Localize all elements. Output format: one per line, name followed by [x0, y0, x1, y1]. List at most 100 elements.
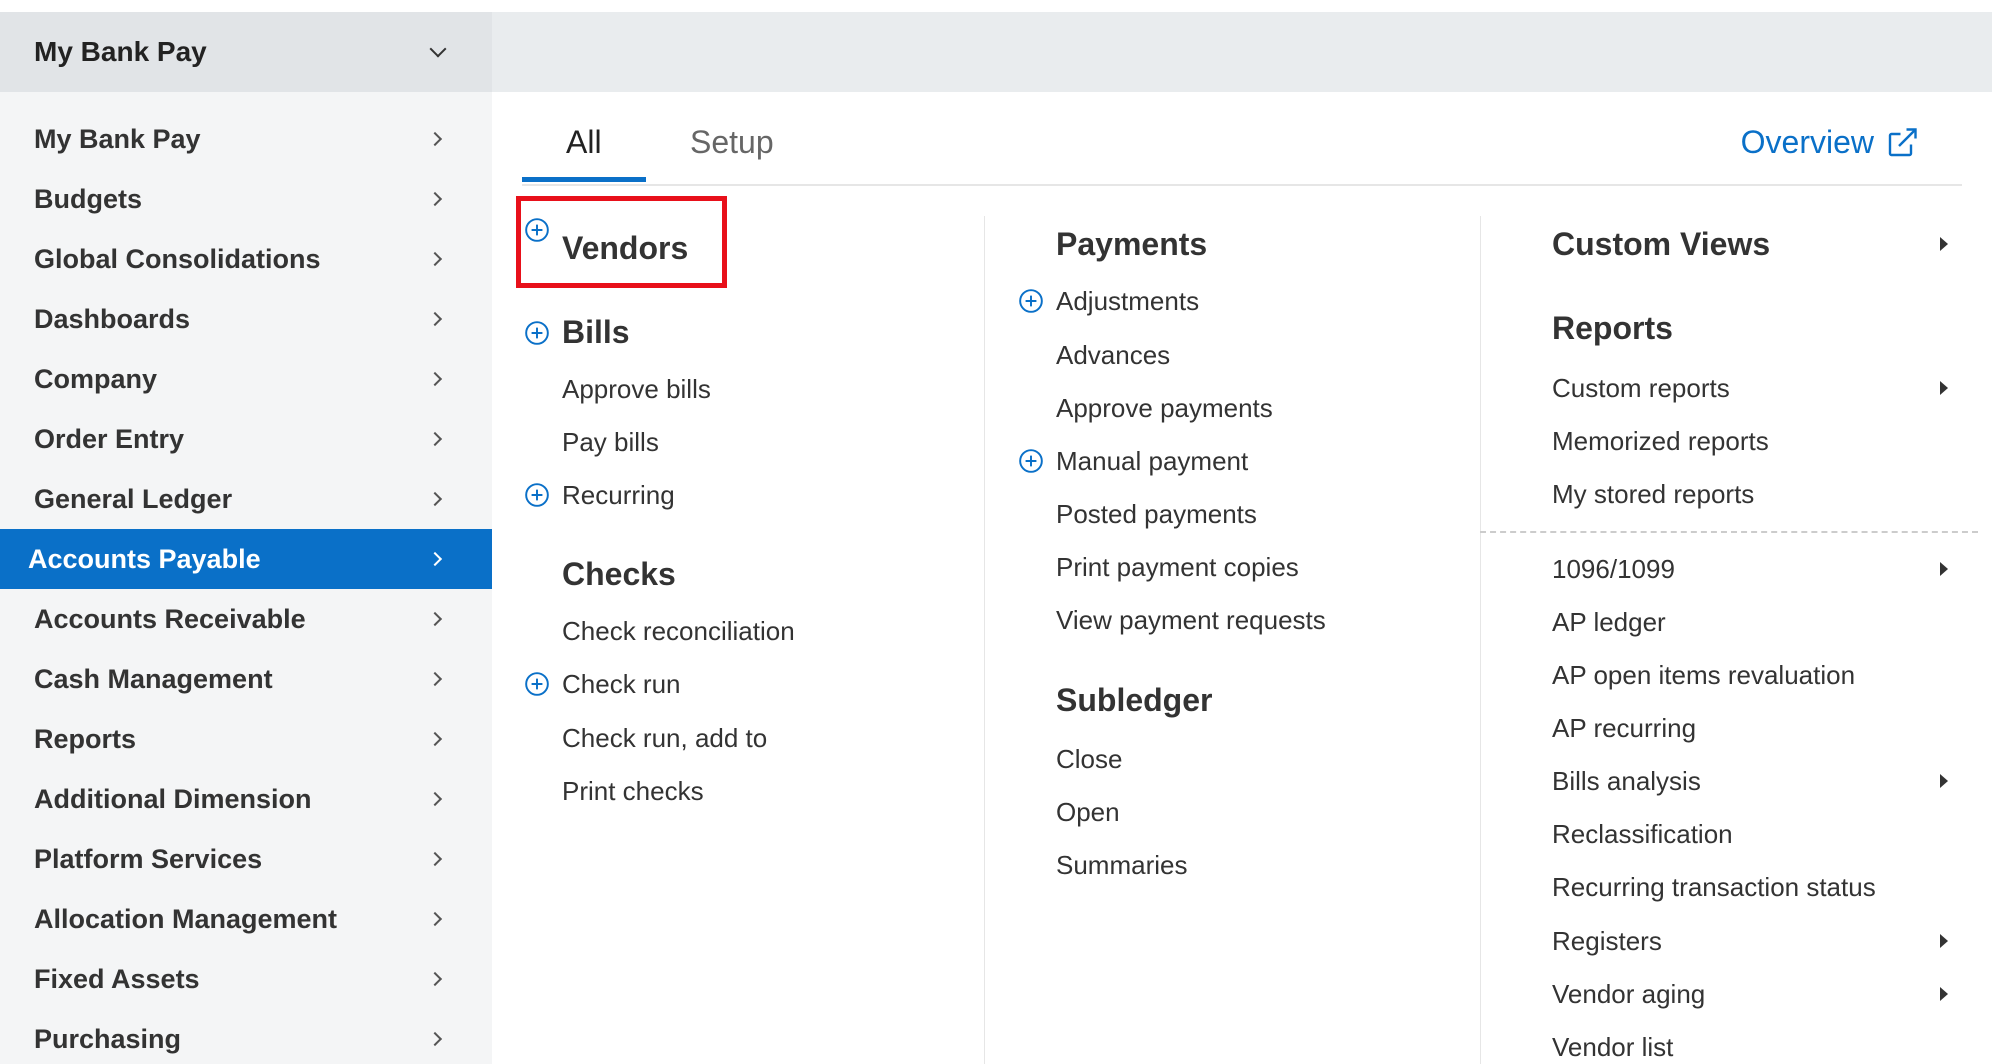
- recurring-row[interactable]: Recurring: [522, 480, 675, 511]
- pay-bills-link[interactable]: Pay bills: [562, 427, 659, 458]
- bills-analysis-link[interactable]: Bills analysis: [1552, 766, 1701, 797]
- vendor-list-link[interactable]: Vendor list: [1552, 1032, 1673, 1063]
- check-reconciliation-link[interactable]: Check reconciliation: [562, 616, 795, 647]
- sidebar-item-accounts-payable[interactable]: Accounts Payable: [0, 529, 492, 589]
- sidebar-item-label: Accounts Receivable: [34, 603, 306, 634]
- submenu-arrow-icon[interactable]: [1940, 987, 1948, 1001]
- sidebar-item-general-ledger[interactable]: General Ledger: [0, 469, 492, 529]
- sidebar-item-label: Company: [34, 363, 158, 394]
- recurring-transaction-status-link[interactable]: Recurring transaction status: [1552, 872, 1876, 903]
- checks-heading: Checks: [562, 556, 676, 592]
- plus-circle-icon[interactable]: [524, 320, 550, 346]
- submenu-arrow-icon[interactable]: [1940, 381, 1948, 395]
- print-payment-copies-link[interactable]: Print payment copies: [1056, 552, 1299, 583]
- plus-circle-icon[interactable]: [524, 482, 550, 508]
- tab-bar: All Setup Overview: [522, 118, 1962, 186]
- sidebar-item-budgets[interactable]: Budgets: [0, 169, 492, 229]
- chevron-right-icon: [427, 611, 443, 627]
- sidebar-item-company[interactable]: Company: [0, 349, 492, 409]
- vendors-link[interactable]: Vendors: [562, 230, 688, 267]
- sidebar-header[interactable]: My Bank Pay: [0, 12, 492, 92]
- sidebar-item-fixed-assets[interactable]: Fixed Assets: [0, 949, 492, 1009]
- tab-all[interactable]: All: [566, 124, 602, 161]
- sidebar-item-purchasing[interactable]: Purchasing: [0, 1009, 492, 1064]
- sidebar-item-global-consolidations[interactable]: Global Consolidations: [0, 229, 492, 289]
- submenu-arrow-icon[interactable]: [1940, 562, 1948, 576]
- close-link[interactable]: Close: [1056, 744, 1122, 775]
- overview-link[interactable]: Overview: [1741, 124, 1920, 161]
- sidebar-item-label: Platform Services: [34, 843, 263, 874]
- sidebar: My Bank Pay My Bank Pay Budgets Global C…: [0, 12, 492, 1064]
- view-payment-requests-link[interactable]: View payment requests: [1056, 605, 1326, 636]
- sidebar-item-label: Accounts Payable: [28, 543, 261, 574]
- top-band: [492, 12, 1992, 92]
- overview-label: Overview: [1740, 124, 1874, 160]
- print-checks-link[interactable]: Print checks: [562, 776, 704, 807]
- sidebar-item-cash-management[interactable]: Cash Management: [0, 649, 492, 709]
- registers-link[interactable]: Registers: [1552, 926, 1662, 957]
- reclassification-link[interactable]: Reclassification: [1552, 819, 1733, 850]
- sidebar-item-accounts-receivable[interactable]: Accounts Receivable: [0, 589, 492, 649]
- adjustments-link: Adjustments: [1056, 286, 1200, 316]
- sidebar-item-label: Global Consolidations: [34, 243, 321, 274]
- custom-reports-link[interactable]: Custom reports: [1552, 373, 1972, 404]
- chevron-right-icon: [427, 911, 443, 927]
- chevron-right-icon: [427, 1031, 443, 1047]
- column-divider: [984, 216, 985, 1064]
- sidebar-item-reports[interactable]: Reports: [0, 709, 492, 769]
- manual-payment-row[interactable]: Manual payment: [1016, 446, 1248, 477]
- bills-link[interactable]: Bills: [562, 314, 630, 351]
- sidebar-item-allocation-management[interactable]: Allocation Management: [0, 889, 492, 949]
- section-divider: [1480, 531, 1978, 533]
- sidebar-menu: My Bank Pay Budgets Global Consolidation…: [0, 92, 492, 1064]
- subledger-heading: Subledger: [1056, 682, 1213, 718]
- adjustments-row[interactable]: Adjustments: [1016, 286, 1199, 317]
- chevron-right-icon: [427, 731, 443, 747]
- ap-open-items-revaluation-link[interactable]: AP open items revaluation: [1552, 660, 1855, 691]
- chevron-right-icon: [427, 431, 443, 447]
- sidebar-item-platform-services[interactable]: Platform Services: [0, 829, 492, 889]
- active-tab-indicator: [522, 177, 646, 182]
- posted-payments-link[interactable]: Posted payments: [1056, 499, 1257, 530]
- submenu-arrow-icon[interactable]: [1940, 774, 1948, 788]
- plus-circle-icon[interactable]: [1018, 448, 1044, 474]
- payments-heading: Payments: [1056, 226, 1208, 262]
- plus-circle-icon[interactable]: [524, 671, 550, 697]
- sidebar-item-label: Reports: [34, 723, 137, 754]
- external-link-icon: [1888, 127, 1917, 156]
- sidebar-item-dashboards[interactable]: Dashboards: [0, 289, 492, 349]
- advances-link[interactable]: Advances: [1056, 340, 1170, 371]
- sidebar-item-label: Purchasing: [34, 1023, 182, 1054]
- chevron-right-icon: [427, 791, 443, 807]
- sidebar-item-label: Budgets: [34, 183, 142, 214]
- ap-ledger-link[interactable]: AP ledger: [1552, 607, 1666, 638]
- chevron-right-icon: [427, 971, 443, 987]
- sidebar-item-label: Dashboards: [34, 303, 191, 334]
- summaries-link[interactable]: Summaries: [1056, 850, 1187, 881]
- open-link[interactable]: Open: [1056, 797, 1120, 828]
- custom-views-heading[interactable]: Custom Views: [1552, 226, 1770, 263]
- memorized-reports-link[interactable]: Memorized reports: [1552, 426, 1769, 457]
- approve-bills-link[interactable]: Approve bills: [562, 374, 711, 405]
- vendor-aging-link[interactable]: Vendor aging: [1552, 979, 1705, 1010]
- chevron-down-icon: [429, 40, 447, 58]
- approve-payments-link[interactable]: Approve payments: [1056, 393, 1273, 424]
- submenu-arrow-icon[interactable]: [1940, 934, 1948, 948]
- sidebar-item-additional-dimension[interactable]: Additional Dimension: [0, 769, 492, 829]
- 1096-1099-link[interactable]: 1096/1099: [1552, 554, 1675, 585]
- sidebar-item-my-bank-pay[interactable]: My Bank Pay: [0, 109, 492, 169]
- check-run-row[interactable]: Check run: [522, 669, 681, 700]
- recurring-link: Recurring: [562, 480, 675, 510]
- ap-recurring-link[interactable]: AP recurring: [1552, 713, 1696, 744]
- plus-circle-icon[interactable]: [1018, 288, 1044, 314]
- chevron-right-icon: [427, 851, 443, 867]
- plus-circle-icon[interactable]: [524, 217, 550, 243]
- manual-payment-link: Manual payment: [1056, 446, 1249, 476]
- submenu-arrow-icon[interactable]: [1940, 237, 1948, 251]
- my-stored-reports-link[interactable]: My stored reports: [1552, 479, 1754, 510]
- tab-setup[interactable]: Setup: [690, 124, 774, 161]
- check-run-add-to-link[interactable]: Check run, add to: [562, 723, 767, 754]
- chevron-right-icon: [427, 311, 443, 327]
- sidebar-item-label: My Bank Pay: [34, 123, 201, 154]
- sidebar-item-order-entry[interactable]: Order Entry: [0, 409, 492, 469]
